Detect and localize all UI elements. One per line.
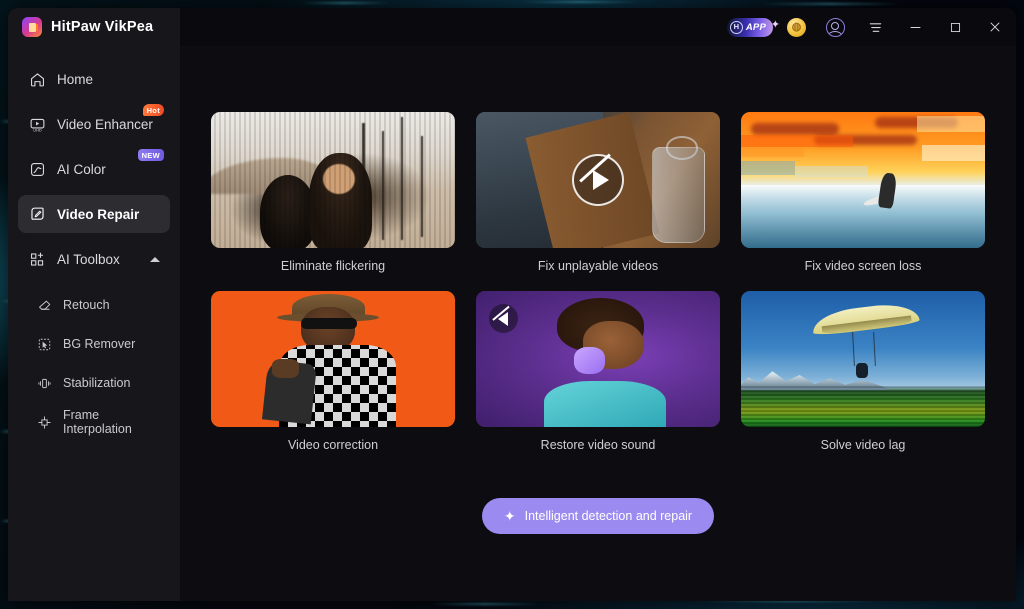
intelligent-detection-and-repair-button[interactable]: ✦ Intelligent detection and repair (481, 497, 715, 534)
stabilization-icon (36, 375, 52, 391)
card-fix-unplayable-videos[interactable]: Fix unplayable videos (476, 112, 720, 273)
card-thumbnail (476, 291, 720, 427)
sidebar-item-label: Video Enhancer (57, 116, 153, 132)
ai-toolbox-icon (28, 250, 46, 268)
repair-feature-grid: Eliminate flickering Fix unplayable vide… (180, 46, 1016, 452)
wallpaper-streak (520, 1, 640, 3)
thumbnail-art (211, 291, 455, 427)
sidebar-item-home[interactable]: Home (18, 60, 170, 98)
svg-text:UHD: UHD (33, 127, 42, 132)
mute-icon (489, 304, 518, 333)
sidebar-item-video-enhancer[interactable]: UHD Video Enhancer Hot (18, 104, 170, 143)
bg-remover-icon (36, 336, 52, 352)
card-eliminate-flickering[interactable]: Eliminate flickering (211, 112, 455, 273)
retouch-icon (36, 297, 52, 313)
app-badge-sparkle-icon: ✦ (770, 18, 780, 31)
ai-toolbox-submenu: Retouch BG Remover Stabilization Frame I… (8, 288, 180, 439)
hamburger-menu-icon[interactable] (856, 8, 894, 46)
sidebar-item-ai-color[interactable]: AI Color NEW (18, 149, 170, 188)
cta-label: Intelligent detection and repair (524, 508, 693, 523)
main-content: Eliminate flickering Fix unplayable vide… (180, 46, 1016, 601)
card-thumbnail (211, 291, 455, 427)
card-solve-video-lag[interactable]: Solve video lag (741, 291, 985, 452)
titlebar-actions: H APP ✦ ◍ (726, 8, 1016, 46)
sidebar: Home UHD Video Enhancer Hot AI Color NEW… (8, 46, 180, 601)
wallpaper-streak (300, 2, 390, 4)
app-badge-mark: H (729, 20, 743, 34)
thumbnail-art (211, 112, 455, 248)
chevron-up-icon[interactable] (150, 256, 160, 262)
minimize-icon[interactable] (896, 8, 934, 46)
thumbnail-art (741, 112, 985, 248)
app-title: HitPaw VikPea (51, 19, 154, 35)
sidebar-item-retouch[interactable]: Retouch (18, 288, 170, 322)
sparkle-icon: ✦ (503, 507, 516, 524)
card-caption: Restore video sound (540, 438, 656, 452)
sidebar-item-label: BG Remover (63, 336, 136, 351)
thumbnail-art (741, 291, 985, 427)
app-badge-label: APP (745, 21, 766, 33)
application-window: HitPaw VikPea H APP ✦ ◍ Home UHD Video E… (8, 8, 1016, 601)
card-caption: Eliminate flickering (280, 259, 386, 273)
title-bar: HitPaw VikPea H APP ✦ ◍ (8, 8, 1016, 46)
frame-interpolation-icon (36, 414, 52, 430)
status-badge-hot: Hot (142, 104, 164, 116)
sidebar-item-label: Retouch (63, 297, 110, 312)
window-body: Home UHD Video Enhancer Hot AI Color NEW… (8, 46, 1016, 601)
status-badge-new: NEW (137, 149, 164, 161)
wallpaper-streak (430, 603, 540, 605)
coin-icon[interactable]: ◍ (787, 17, 806, 37)
ai-color-icon (28, 160, 46, 178)
card-caption: Video correction (287, 438, 379, 452)
sidebar-item-label: AI Color (57, 161, 106, 177)
play-disabled-icon (572, 153, 624, 206)
sidebar-item-label: Stabilization (63, 375, 131, 390)
maximize-icon[interactable] (936, 8, 974, 46)
sidebar-item-ai-toolbox[interactable]: AI Toolbox (18, 240, 170, 278)
card-thumbnail (741, 112, 985, 248)
card-thumbnail (476, 112, 720, 248)
sidebar-item-label: Home (57, 71, 94, 87)
video-enhancer-icon: UHD (28, 115, 46, 133)
close-icon[interactable] (976, 8, 1014, 46)
sidebar-item-label: AI Toolbox (57, 251, 120, 267)
sidebar-item-label: Video Repair (57, 206, 140, 222)
card-fix-video-screen-loss[interactable]: Fix video screen loss (741, 112, 985, 273)
sidebar-item-video-repair[interactable]: Video Repair (18, 195, 170, 233)
sidebar-item-label: Frame Interpolation (63, 407, 132, 436)
wallpaper-streak (760, 3, 900, 5)
cta-container: ✦ Intelligent detection and repair (180, 452, 1016, 601)
card-video-correction[interactable]: Video correction (211, 291, 455, 452)
app-badge-icon[interactable]: H APP ✦ (726, 17, 780, 37)
video-repair-icon (28, 205, 46, 223)
account-avatar-icon[interactable] (816, 8, 854, 46)
sidebar-item-stabilization[interactable]: Stabilization (18, 366, 170, 400)
card-restore-video-sound[interactable]: Restore video sound (476, 291, 720, 452)
card-caption: Fix video screen loss (804, 259, 922, 273)
hitpaw-logo-icon (22, 17, 42, 37)
app-brand: HitPaw VikPea (8, 8, 180, 46)
card-caption: Fix unplayable videos (537, 259, 659, 273)
sidebar-item-bg-remover[interactable]: BG Remover (18, 327, 170, 361)
card-thumbnail (211, 112, 455, 248)
card-caption: Solve video lag (820, 438, 906, 452)
card-thumbnail (741, 291, 985, 427)
sidebar-item-frame-interpolation[interactable]: Frame Interpolation (18, 405, 170, 439)
home-icon (28, 70, 46, 88)
